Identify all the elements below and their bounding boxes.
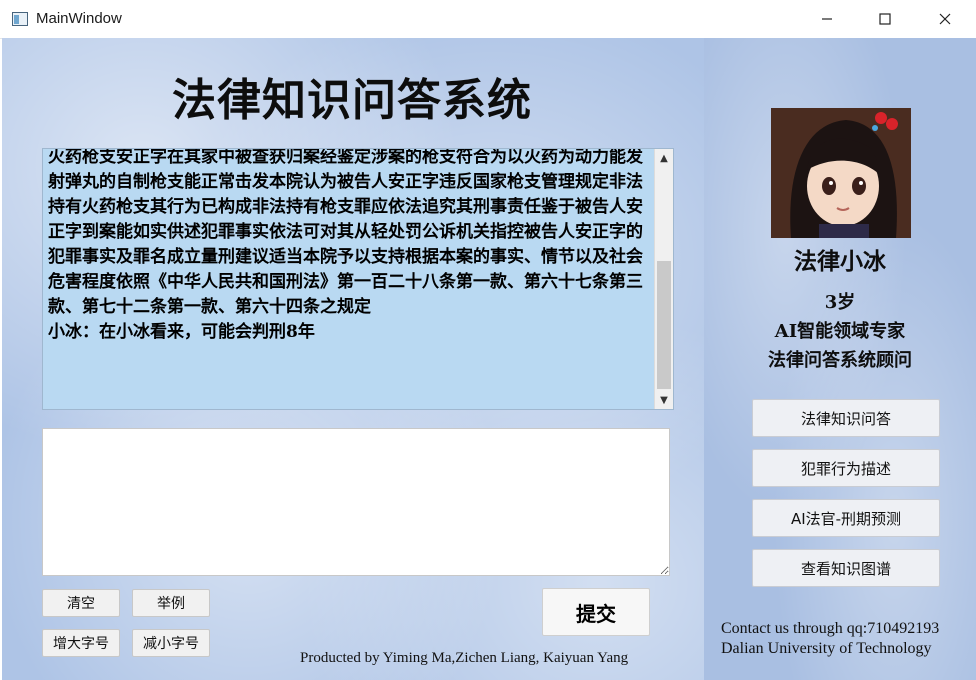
maximize-icon xyxy=(879,13,891,25)
crime-description-button[interactable]: 犯罪行为描述 xyxy=(752,449,940,487)
chat-output-text: 火药枪支安正字在其家中被查获归案经鉴定涉案的枪支符合为以火药为动力能发射弹丸的自… xyxy=(48,148,643,342)
knowledge-graph-button[interactable]: 查看知识图谱 xyxy=(752,549,940,587)
maximize-button[interactable] xyxy=(856,0,914,38)
scroll-down-icon[interactable]: ▼ xyxy=(655,391,673,409)
close-icon xyxy=(939,13,951,25)
scroll-thumb[interactable] xyxy=(657,261,671,389)
minimize-button[interactable] xyxy=(798,0,856,38)
question-input[interactable] xyxy=(42,428,670,576)
clear-button[interactable]: 清空 xyxy=(42,589,120,617)
credit-text: Producted by Yiming Ma,Zichen Liang, Kai… xyxy=(300,650,629,666)
scroll-up-icon[interactable]: ▲ xyxy=(655,149,673,167)
chat-scrollbar[interactable]: ▲ ▼ xyxy=(654,149,673,409)
chat-output[interactable]: 火药枪支安正字在其家中被查获归案经鉴定涉案的枪支符合为以火药为动力能发射弹丸的自… xyxy=(42,148,674,410)
avatar xyxy=(771,108,911,238)
assistant-position: 法律问答系统顾问 xyxy=(768,350,912,371)
assistant-age: 3岁 xyxy=(824,292,856,313)
main-panel: 法律知识问答系统 火药枪支安正字在其家中被查获归案经鉴定涉案的枪支符合为以火药为… xyxy=(2,38,704,680)
avatar-illustration xyxy=(771,108,911,238)
assistant-role: AI智能领域专家 xyxy=(774,321,906,342)
increase-font-button[interactable]: 增大字号 xyxy=(42,629,120,657)
page-title: 法律知识问答系统 xyxy=(172,75,532,126)
window-title: MainWindow xyxy=(36,10,122,27)
example-button[interactable]: 举例 xyxy=(132,589,210,617)
legal-qa-button[interactable]: 法律知识问答 xyxy=(752,399,940,437)
minimize-icon xyxy=(822,18,832,20)
decrease-font-button[interactable]: 减小字号 xyxy=(132,629,210,657)
contact-line: Contact us through qq:710492193 xyxy=(721,620,940,637)
assistant-name: 法律小冰 xyxy=(794,248,886,275)
window-icon xyxy=(12,12,28,26)
submit-button[interactable]: 提交 xyxy=(542,588,650,636)
close-button[interactable] xyxy=(916,0,974,38)
university-line: Dalian University of Technology xyxy=(721,640,932,657)
sidebar: 法律小冰 3岁 AI智能领域专家 法律问答系统顾问 法律知识问答 犯罪行为描述 … xyxy=(704,38,976,680)
sentence-prediction-button[interactable]: AI法官-刑期预测 xyxy=(752,499,940,537)
title-bar: MainWindow xyxy=(0,0,976,39)
